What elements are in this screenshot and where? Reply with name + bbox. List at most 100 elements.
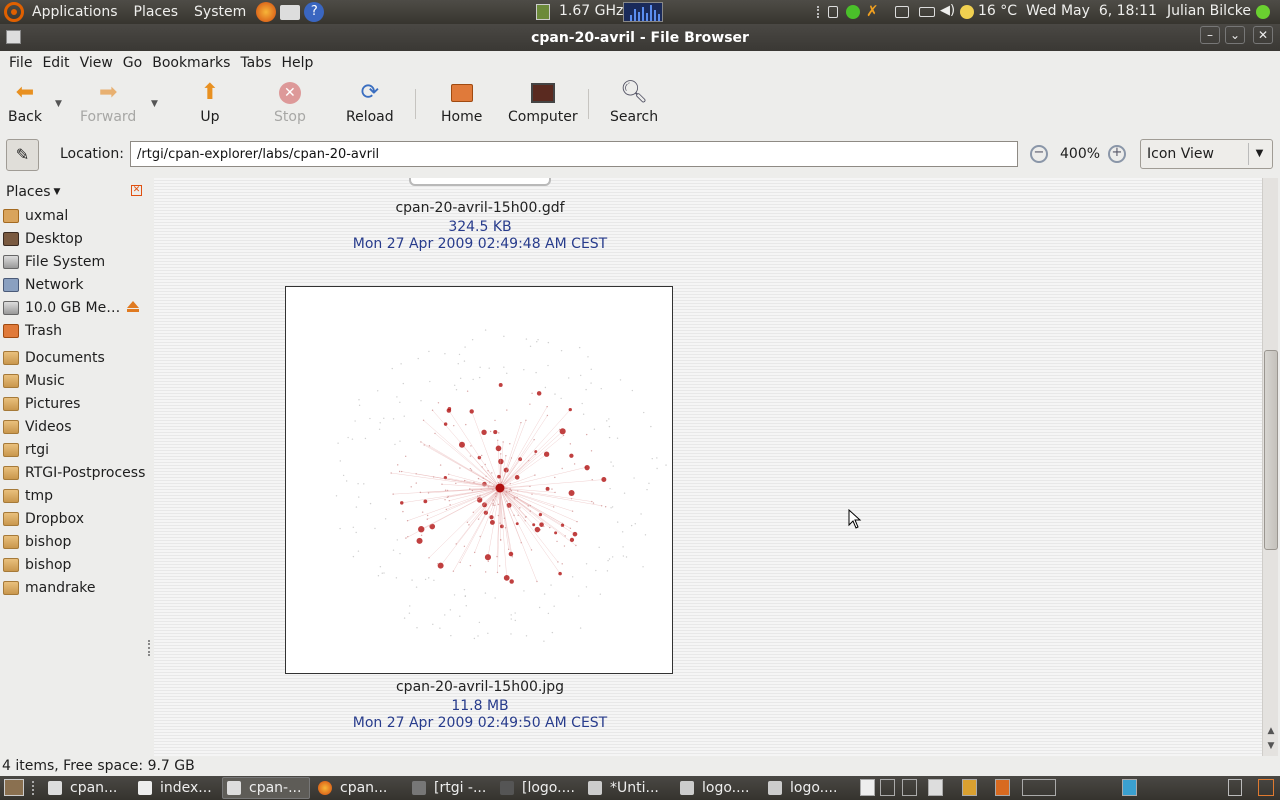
- bookmark-rtgi[interactable]: rtgi: [0, 438, 152, 461]
- zoom-out-icon[interactable]: −: [1030, 145, 1048, 163]
- back-button[interactable]: ⬅ Back: [8, 81, 42, 126]
- user-name[interactable]: Julian Bilcke: [1167, 3, 1251, 19]
- taskbar-item-label: index...: [160, 780, 212, 796]
- search-button[interactable]: 🔍︎ Search: [610, 81, 658, 126]
- bookmark-videos[interactable]: Videos: [0, 415, 152, 438]
- taskbar-item[interactable]: [rtgi -...: [408, 777, 496, 799]
- toggle-location-entry-button[interactable]: ✎: [6, 139, 39, 171]
- sidebar-item-uxmal[interactable]: uxmal: [0, 204, 152, 227]
- workspace-switcher-icon[interactable]: [1228, 779, 1242, 796]
- sidebar-header[interactable]: Places ▼ ✕: [0, 180, 152, 204]
- workspace-8[interactable]: [1122, 779, 1137, 796]
- sidebar-item-media-volume[interactable]: 10.0 GB Me…: [0, 296, 152, 319]
- volume-icon[interactable]: ◀): [940, 3, 955, 18]
- minimize-icon[interactable]: –: [1200, 26, 1220, 44]
- taskbar-item-active[interactable]: cpan-...: [222, 777, 310, 799]
- window-title-bar[interactable]: cpan-20-avril - File Browser – ⌄ ✕: [0, 24, 1280, 51]
- file-name[interactable]: cpan-20-avril-15h00.jpg: [280, 679, 680, 695]
- sidebar-item-network[interactable]: Network: [0, 273, 152, 296]
- view-mode-select[interactable]: Icon View ▼: [1140, 139, 1273, 169]
- bookmark-bishop[interactable]: bishop: [0, 553, 152, 576]
- file-icon-view[interactable]: cpan-20-avril-15h00.gdf 324.5 KB Mon 27 …: [154, 178, 1262, 756]
- menu-view[interactable]: View: [75, 55, 118, 71]
- scroll-up-icon[interactable]: ▲: [1265, 726, 1277, 738]
- menu-tabs[interactable]: Tabs: [235, 55, 276, 71]
- back-history-dropdown-icon[interactable]: ▼: [55, 99, 62, 109]
- bookmark-documents[interactable]: Documents: [0, 346, 152, 369]
- menu-go[interactable]: Go: [118, 55, 147, 71]
- sidebar-item-file-system[interactable]: File System: [0, 250, 152, 273]
- applications-menu[interactable]: Applications: [24, 4, 126, 20]
- show-desktop-icon[interactable]: [4, 779, 24, 796]
- home-button[interactable]: Home: [441, 81, 482, 125]
- network-manager-icon[interactable]: [828, 6, 838, 18]
- bookmark-rtgi-postprocess[interactable]: RTGI-Postprocess: [0, 461, 152, 484]
- stop-button[interactable]: ✕ Stop: [274, 81, 306, 125]
- computer-button[interactable]: Computer: [508, 81, 578, 125]
- workspace-7[interactable]: [1022, 779, 1056, 796]
- user-status-icon[interactable]: [1256, 5, 1270, 19]
- bookmark-dropbox[interactable]: Dropbox: [0, 507, 152, 530]
- zoom-level[interactable]: 400%: [1060, 146, 1100, 162]
- jpg-file-thumbnail[interactable]: [285, 286, 673, 674]
- taskbar-item[interactable]: cpan...: [314, 777, 404, 799]
- weather-sun-icon[interactable]: [960, 5, 974, 19]
- cpu-load-graph[interactable]: [623, 2, 663, 22]
- file-size: 11.8 MB: [451, 698, 509, 714]
- bookmark-bishop[interactable]: bishop: [0, 530, 152, 553]
- weather-temperature[interactable]: 16 °C: [978, 3, 1017, 19]
- trash-applet-icon[interactable]: [1258, 779, 1274, 796]
- bookmark-tmp[interactable]: tmp: [0, 484, 152, 507]
- taskbar-item[interactable]: [logo....: [496, 777, 584, 799]
- vertical-scrollbar[interactable]: ▲ ▼: [1262, 178, 1278, 756]
- taskbar-item[interactable]: cpan...: [44, 777, 132, 799]
- sidebar-resize-handle[interactable]: [148, 640, 152, 656]
- ubuntu-logo-icon[interactable]: [4, 2, 24, 22]
- bookmark-mandrake[interactable]: mandrake: [0, 576, 152, 599]
- bookmark-pictures[interactable]: Pictures: [0, 392, 152, 415]
- reload-button[interactable]: ⟳ Reload: [346, 81, 394, 126]
- workspace-6[interactable]: [995, 779, 1010, 796]
- close-icon[interactable]: ✕: [1253, 26, 1273, 44]
- sidebar-item-desktop[interactable]: Desktop: [0, 227, 152, 250]
- envelope-icon[interactable]: [919, 7, 935, 17]
- close-x-tray-icon[interactable]: ✗: [866, 2, 879, 20]
- places-menu[interactable]: Places: [126, 4, 187, 20]
- taskbar-item[interactable]: *Unti...: [584, 777, 674, 799]
- firefox-launcher-icon[interactable]: [256, 2, 277, 22]
- bookmark-music[interactable]: Music: [0, 369, 152, 392]
- folder-icon: [3, 534, 19, 549]
- workspace-2[interactable]: [880, 779, 895, 796]
- help-launcher-icon[interactable]: ?: [304, 2, 325, 22]
- file-name[interactable]: cpan-20-avril-15h00.gdf: [280, 200, 680, 216]
- mail-launcher-icon[interactable]: [280, 4, 301, 20]
- menu-edit[interactable]: Edit: [37, 55, 74, 71]
- system-menu[interactable]: System: [186, 4, 254, 20]
- menu-file[interactable]: File: [4, 55, 37, 71]
- workspace-1[interactable]: [860, 779, 875, 796]
- window-list-icon[interactable]: [895, 6, 909, 18]
- window-menu-icon[interactable]: [6, 30, 21, 44]
- menu-help[interactable]: Help: [276, 55, 318, 71]
- forward-history-dropdown-icon[interactable]: ▼: [151, 99, 158, 109]
- location-input[interactable]: [130, 141, 1018, 167]
- taskbar-item[interactable]: index...: [134, 777, 222, 799]
- workspace-4[interactable]: [928, 779, 943, 796]
- up-button[interactable]: ⬆ Up: [198, 81, 222, 126]
- taskbar-item[interactable]: logo....: [676, 777, 764, 799]
- zoom-in-icon[interactable]: +: [1108, 145, 1126, 163]
- maximize-icon[interactable]: ⌄: [1225, 26, 1245, 44]
- status-online-icon[interactable]: [846, 5, 860, 19]
- taskbar-item[interactable]: logo....: [764, 777, 852, 799]
- workspace-5[interactable]: [962, 779, 977, 796]
- clock[interactable]: Wed May 6, 18:11: [1026, 3, 1157, 19]
- gdf-file-thumbnail[interactable]: [409, 178, 551, 186]
- forward-button[interactable]: ➡ Forward: [80, 81, 136, 126]
- eject-icon[interactable]: [127, 301, 139, 312]
- workspace-3[interactable]: [902, 779, 917, 796]
- close-sidebar-icon[interactable]: ✕: [131, 185, 142, 196]
- scroll-down-icon[interactable]: ▼: [1265, 741, 1277, 753]
- menu-bookmarks[interactable]: Bookmarks: [147, 55, 235, 71]
- scrollbar-thumb[interactable]: [1264, 350, 1278, 550]
- sidebar-item-trash[interactable]: Trash: [0, 319, 152, 342]
